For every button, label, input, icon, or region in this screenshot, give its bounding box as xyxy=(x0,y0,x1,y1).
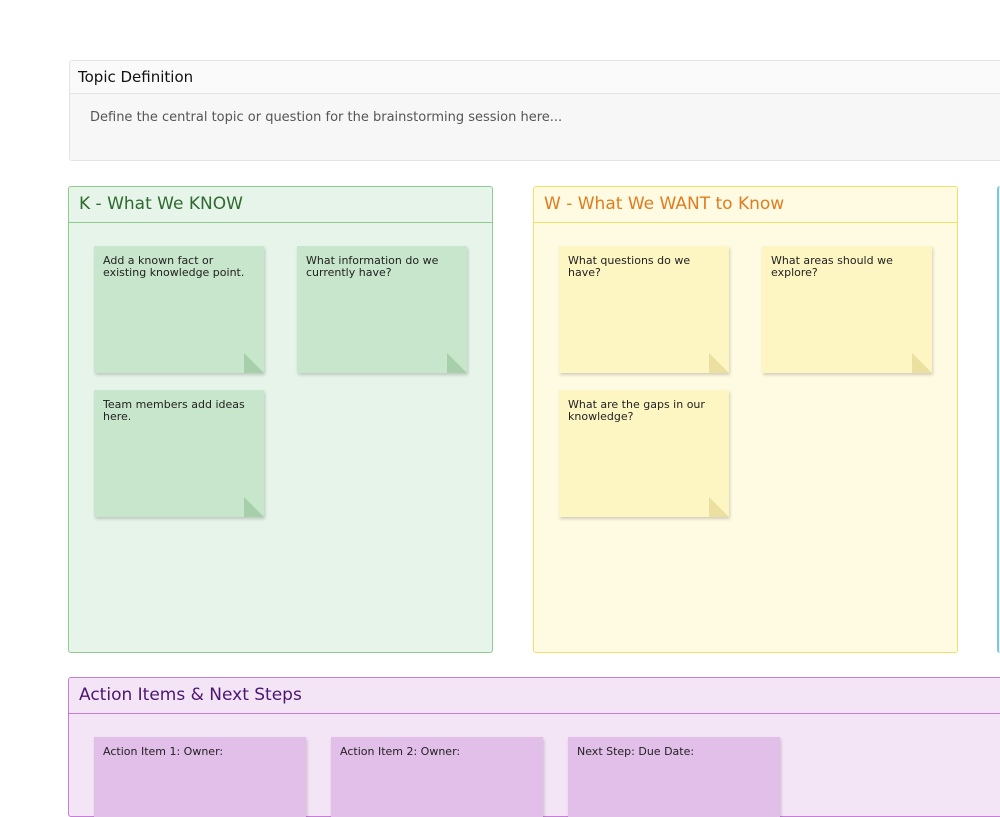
topic-definition-panel: Topic Definition Define the central topi… xyxy=(69,60,1000,161)
action-note-text: Action Item 2: Owner: xyxy=(340,745,461,758)
want-column: W - What We WANT to Know What questions … xyxy=(533,186,958,653)
action-note-text: Next Step: Due Date: xyxy=(577,745,695,758)
topic-definition-title: Topic Definition xyxy=(70,61,1000,94)
sticky-note-text: What areas should we explore? xyxy=(771,254,893,279)
action-note[interactable]: Next Step: Due Date: xyxy=(568,737,780,817)
sticky-note[interactable]: Team members add ideas here. xyxy=(94,390,264,517)
sticky-note-text: What information do we currently have? xyxy=(306,254,439,279)
sticky-note[interactable]: What are the gaps in our knowledge? xyxy=(559,390,729,517)
action-items-panel: Action Items & Next Steps Action Item 1:… xyxy=(68,677,1000,817)
note-fold-corner xyxy=(447,353,467,373)
know-column-title: K - What We KNOW xyxy=(69,187,492,223)
sticky-note[interactable]: What questions do we have? xyxy=(559,246,729,373)
sticky-note[interactable]: What information do we currently have? xyxy=(297,246,467,373)
sticky-note-text: Team members add ideas here. xyxy=(103,398,245,423)
sticky-note[interactable]: What areas should we explore? xyxy=(762,246,932,373)
sticky-note-text: Add a known fact or existing knowledge p… xyxy=(103,254,245,279)
note-fold-corner xyxy=(244,497,264,517)
note-fold-corner xyxy=(709,497,729,517)
action-note[interactable]: Action Item 2: Owner: xyxy=(331,737,543,817)
note-fold-corner xyxy=(912,353,932,373)
action-note-text: Action Item 1: Owner: xyxy=(103,745,224,758)
know-column: K - What We KNOW Add a known fact or exi… xyxy=(68,186,493,653)
sticky-note[interactable]: Add a known fact or existing knowledge p… xyxy=(94,246,264,373)
want-column-title: W - What We WANT to Know xyxy=(534,187,957,223)
sticky-note-text: What are the gaps in our knowledge? xyxy=(568,398,705,423)
sticky-note-text: What questions do we have? xyxy=(568,254,691,279)
topic-definition-input[interactable]: Define the central topic or question for… xyxy=(70,94,1000,141)
action-items-title: Action Items & Next Steps xyxy=(69,678,1000,714)
note-fold-corner xyxy=(244,353,264,373)
note-fold-corner xyxy=(709,353,729,373)
action-note[interactable]: Action Item 1: Owner: xyxy=(94,737,306,817)
